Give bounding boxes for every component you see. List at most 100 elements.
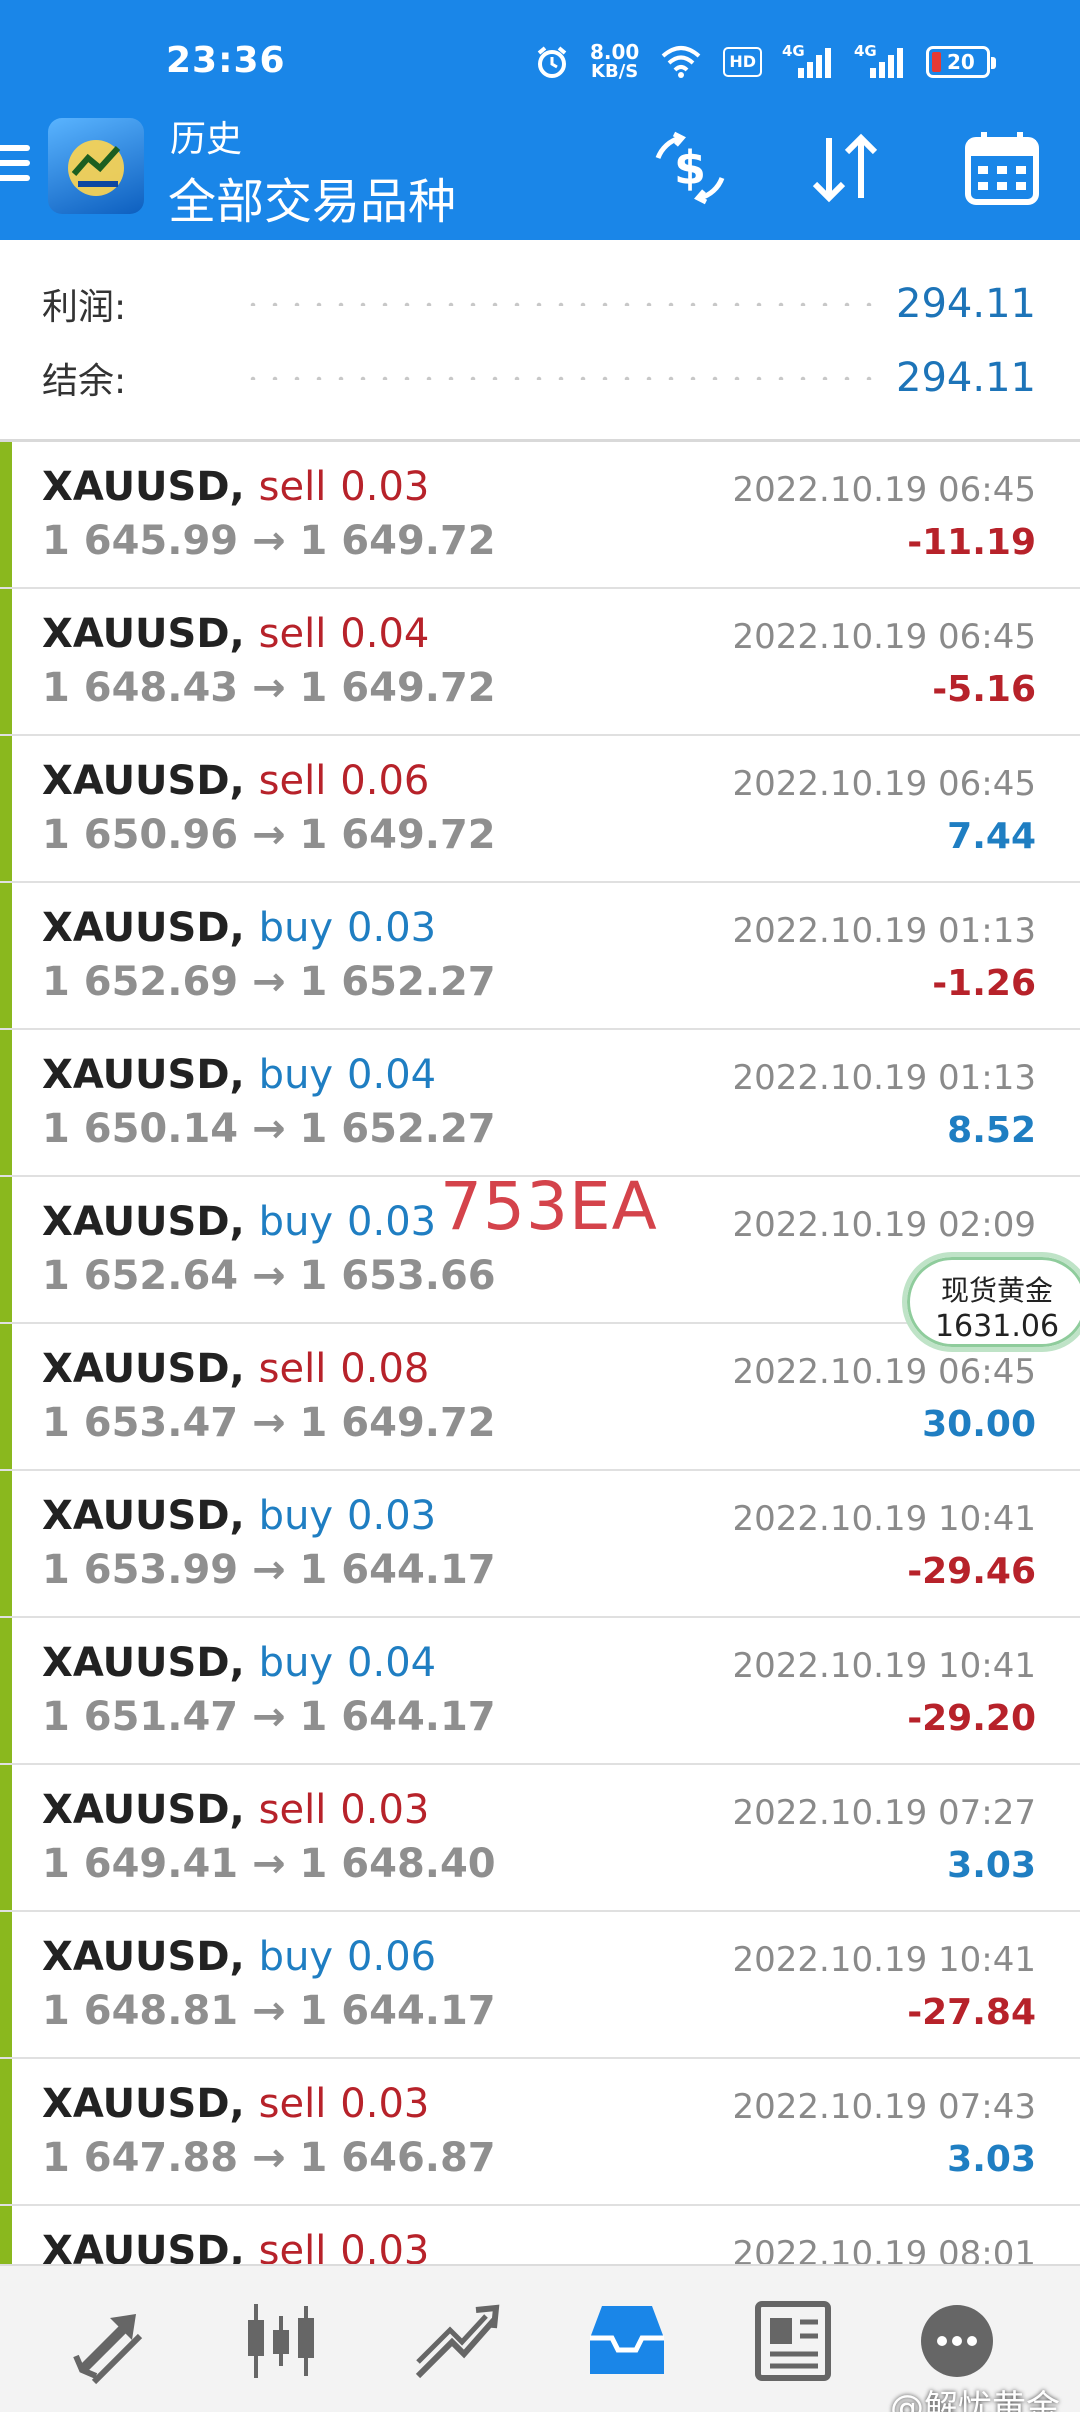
deal-row[interactable]: XAUUSD, buy 0.04 1 651.47 → 1 644.17 2022.… [0,1618,1080,1765]
deal-symbol: XAUUSD, [42,1052,245,1098]
deal-time: 2022.10.19 02:09 [732,1205,1036,1245]
balance-value: 294.11 [896,355,1036,401]
deal-time: 2022.10.19 06:45 [732,764,1036,804]
deal-open-price: 1 652.64 [42,1253,239,1299]
deal-title: XAUUSD, sell 0.08 [42,1346,429,1392]
deal-profit: 7.44 [947,816,1036,857]
deal-open-price: 1 645.99 [42,518,239,564]
deal-row[interactable]: XAUUSD, sell 0.03 1 645.99 → 1 649.72 2022… [0,442,1080,589]
deal-symbol: XAUUSD, [42,1640,245,1686]
deal-prices: 1 648.43 → 1 649.72 [42,665,496,711]
deal-prices: 1 653.99 → 1 644.17 [42,1547,496,1593]
deal-row[interactable]: XAUUSD, sell 0.03 2022.10.19 08:01 [0,2206,1080,2264]
news-icon[interactable] [752,2296,842,2386]
deal-title: XAUUSD, sell 0.06 [42,758,429,804]
deal-type: buy [258,1934,334,1980]
arrow-icon: → [252,1988,286,2034]
app-bar-title[interactable]: 全部交易品种 [168,162,456,232]
deal-list[interactable]: XAUUSD, sell 0.03 1 645.99 → 1 649.72 2022… [0,442,1080,2264]
profit-value: 294.11 [896,281,1036,327]
deal-title: XAUUSD, sell 0.04 [42,611,429,657]
dotted-leader [242,376,877,380]
history-icon[interactable] [582,2296,672,2386]
trade-icon[interactable] [412,2296,502,2386]
deal-profit: -11.19 [907,522,1036,563]
deal-time: 2022.10.19 10:41 [732,1940,1036,1980]
deal-symbol: XAUUSD, [42,2228,245,2264]
arrow-icon: → [252,2135,286,2181]
deal-row[interactable]: XAUUSD, buy 0.03 1 653.99 → 1 644.17 2022.… [0,1471,1080,1618]
deal-symbol: XAUUSD, [42,758,245,804]
deal-time: 2022.10.19 10:41 [732,1499,1036,1539]
deal-row[interactable]: XAUUSD, sell 0.03 1 649.41 → 1 648.40 2022… [0,1765,1080,1912]
currency-exchange-icon[interactable]: $ [650,128,730,208]
signal1-label: 4G [782,42,805,60]
deal-stripe [0,2206,12,2264]
deal-open-price: 1 647.88 [42,2135,239,2181]
deal-prices: 1 645.99 → 1 649.72 [42,518,496,564]
deal-time: 2022.10.19 07:43 [732,2087,1036,2127]
balance-row: 结余: 294.11 [42,348,1036,408]
deal-symbol: XAUUSD, [42,1199,245,1245]
deal-stripe [0,442,12,587]
deal-row[interactable]: XAUUSD, sell 0.03 1 647.88 → 1 646.87 2022… [0,2059,1080,2206]
battery-icon: 20 [926,46,996,78]
messages-icon[interactable] [912,2296,1002,2386]
deal-title: XAUUSD, sell 0.03 [42,464,429,510]
deal-volume: 0.04 [347,1640,437,1686]
deal-volume: 0.03 [347,905,437,951]
status-time: 23:36 [166,40,286,81]
deal-open-price: 1 651.47 [42,1694,239,1740]
quotes-icon[interactable] [66,2296,156,2386]
deal-open-price: 1 648.81 [42,1988,239,2034]
deal-type: buy [258,905,334,951]
signal-icon-2: 4G [854,42,906,78]
deal-type: sell [258,758,327,804]
chart-icon[interactable] [236,2296,326,2386]
arrow-icon: → [252,1106,286,1152]
deal-row[interactable]: XAUUSD, buy 0.04 1 650.14 → 1 652.27 2022.… [0,1030,1080,1177]
net-speed-unit: KB/S [591,61,639,82]
deal-type: sell [258,611,327,657]
signal2-label: 4G [854,42,877,60]
deal-symbol: XAUUSD, [42,1493,245,1539]
deal-row[interactable]: XAUUSD, sell 0.06 1 650.96 → 1 649.72 2022… [0,736,1080,883]
deal-profit: 30.00 [922,1404,1036,1445]
deal-title: XAUUSD, buy 0.06 [42,1934,436,1980]
deal-title: XAUUSD, buy 0.04 [42,1640,436,1686]
deal-time: 2022.10.19 06:45 [732,1352,1036,1392]
deal-profit: 3.03 [947,1845,1036,1886]
calendar-icon[interactable] [962,128,1042,208]
deal-close-price: 1 649.72 [299,518,496,564]
deal-time: 2022.10.19 01:13 [732,1058,1036,1098]
status-icons: 8.00 KB/S HD 4G 4G 20 [534,38,996,86]
app-bar-subtitle: 历史 [170,119,243,160]
deal-close-price: 1 653.66 [299,1253,496,1299]
deal-prices: 1 651.47 → 1 644.17 [42,1694,496,1740]
deal-prices: 1 653.47 → 1 649.72 [42,1400,496,1446]
top-bar: 23:36 8.00 KB/S HD 4G 4G 20 历史 全部交易品种 $ [0,0,1080,240]
deal-prices: 1 650.96 → 1 649.72 [42,812,496,858]
deal-row[interactable]: XAUUSD, sell 0.04 1 648.43 → 1 649.72 2022… [0,589,1080,736]
deal-stripe [0,1177,12,1322]
deal-time: 2022.10.19 06:45 [732,470,1036,510]
weibo-watermark: @解忧黄金 [890,2388,1060,2412]
deal-symbol: XAUUSD, [42,1787,245,1833]
deal-open-price: 1 650.14 [42,1106,239,1152]
bubble-name: 现货黄金 [940,1274,1053,1307]
deal-row[interactable]: XAUUSD, buy 0.06 1 648.81 → 1 644.17 2022.… [0,1912,1080,2059]
floating-price-bubble[interactable]: 现货黄金 1631.06 [902,1252,1080,1352]
deal-stripe [0,1324,12,1469]
deal-time: 2022.10.19 01:13 [732,911,1036,951]
deal-close-price: 1 646.87 [299,2135,496,2181]
deal-title: XAUUSD, sell 0.03 [42,2228,429,2264]
deal-row[interactable]: XAUUSD, sell 0.08 1 653.47 → 1 649.72 2022… [0,1324,1080,1471]
deal-stripe [0,1765,12,1910]
deal-prices: 1 648.81 → 1 644.17 [42,1988,496,2034]
sort-icon[interactable] [805,128,885,208]
deal-profit: -29.20 [907,1698,1036,1739]
arrow-icon: → [252,1400,286,1446]
deal-row[interactable]: XAUUSD, buy 0.03 1 652.69 → 1 652.27 2022.… [0,883,1080,1030]
menu-icon[interactable] [0,145,30,189]
arrow-icon: → [252,1253,286,1299]
